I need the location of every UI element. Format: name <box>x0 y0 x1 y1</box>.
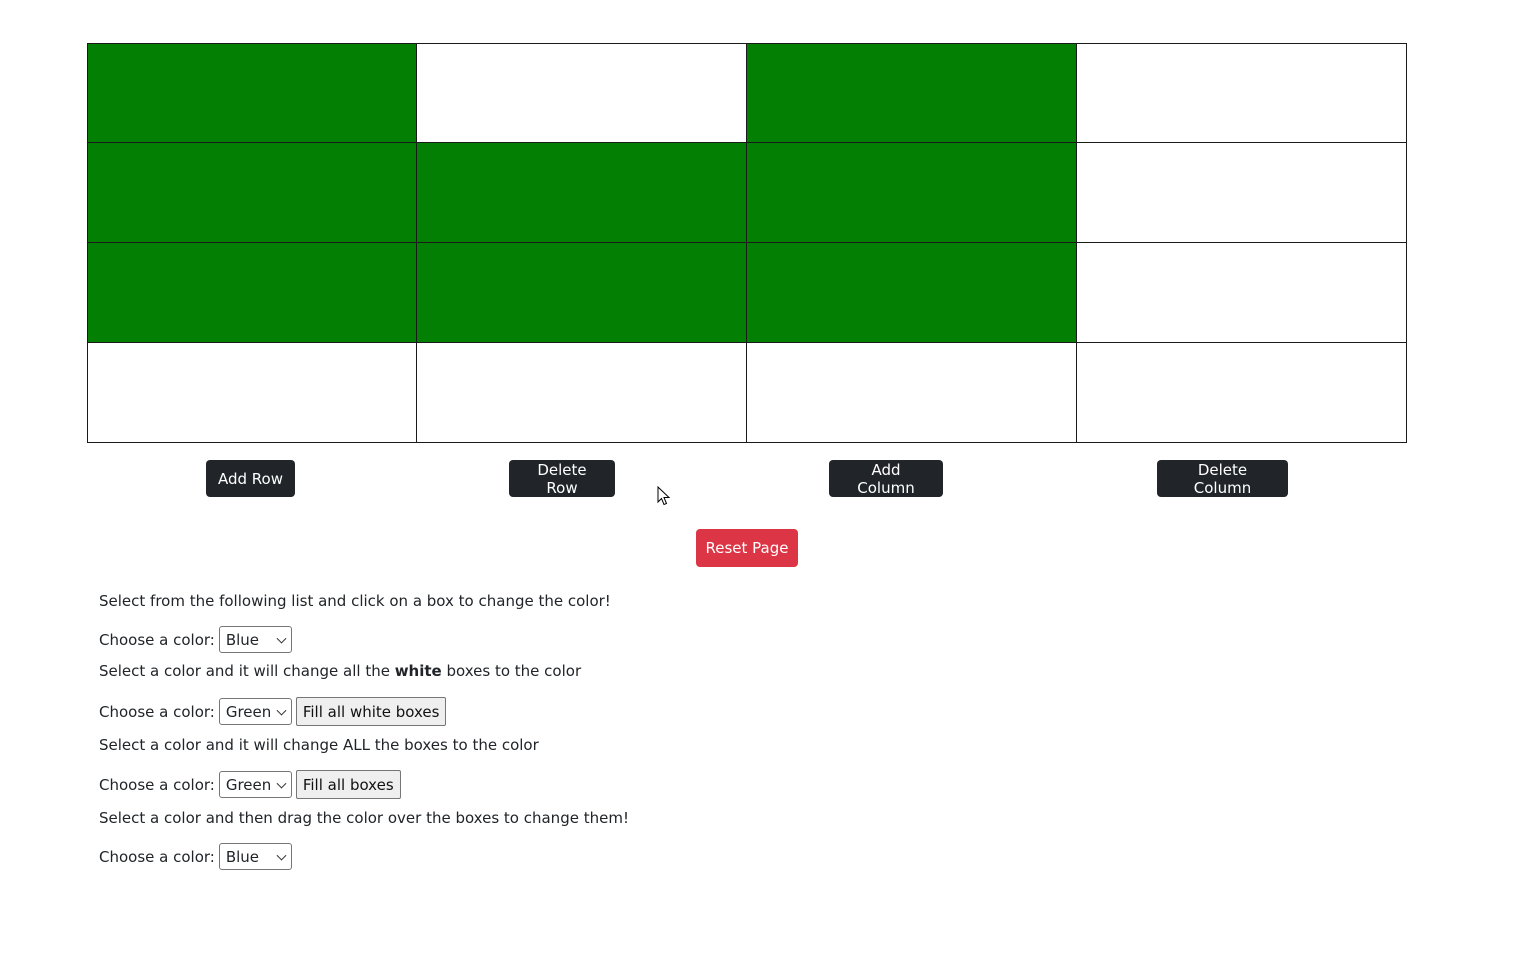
choose-color-label: Choose a color: <box>99 702 215 721</box>
all-instruction: Select a color and it will change ALL th… <box>99 736 539 754</box>
grid-cell[interactable] <box>87 242 417 343</box>
grid-cell[interactable] <box>416 342 747 443</box>
grid-cell[interactable] <box>416 242 747 343</box>
chevron-down-icon <box>276 705 287 716</box>
white-color-select[interactable]: Green <box>218 698 292 725</box>
drag-instruction: Select a color and then drag the color o… <box>99 809 629 827</box>
grid-cell[interactable] <box>746 342 1077 443</box>
fill-all-boxes-button[interactable]: Fill all boxes <box>295 770 401 799</box>
click-color-select[interactable]: Blue <box>218 626 292 653</box>
all-color-value: Green <box>225 775 272 794</box>
white-instruction-bold: white <box>394 662 442 680</box>
grid-cell[interactable] <box>87 342 417 443</box>
chevron-down-icon <box>276 850 287 861</box>
white-fill-row: Choose a color: Green Fill all white box… <box>99 697 447 726</box>
click-instruction: Select from the following list and click… <box>99 592 611 610</box>
white-instruction-prefix: Select a color and it will change all th… <box>99 662 395 680</box>
delete-column-button[interactable]: Delete Column <box>1157 460 1288 497</box>
grid-cell[interactable] <box>1076 342 1407 443</box>
grid-cell[interactable] <box>1076 142 1407 243</box>
drag-color-row: Choose a color: Blue <box>99 843 292 870</box>
white-color-value: Green <box>225 702 272 721</box>
grid-cell[interactable] <box>87 142 417 243</box>
grid-cell[interactable] <box>746 142 1077 243</box>
drag-color-select[interactable]: Blue <box>218 843 292 870</box>
click-color-row: Choose a color: Blue <box>99 626 292 653</box>
mouse-pointer-icon <box>657 486 671 506</box>
add-row-button[interactable]: Add Row <box>206 460 295 497</box>
choose-color-label: Choose a color: <box>99 847 215 866</box>
grid-cell[interactable] <box>1076 242 1407 343</box>
grid-cell[interactable] <box>416 43 747 143</box>
grid-cell[interactable] <box>416 142 747 243</box>
white-instruction-suffix: boxes to the color <box>441 662 582 680</box>
delete-row-button[interactable]: Delete Row <box>509 460 615 497</box>
click-color-value: Blue <box>225 630 260 649</box>
drag-color-value: Blue <box>225 847 260 866</box>
all-fill-row: Choose a color: Green Fill all boxes <box>99 770 401 799</box>
choose-color-label: Choose a color: <box>99 775 215 794</box>
fill-white-boxes-button[interactable]: Fill all white boxes <box>295 697 447 726</box>
white-instruction: Select a color and it will change all th… <box>99 661 581 681</box>
grid-cell[interactable] <box>746 242 1077 343</box>
grid-cell[interactable] <box>87 43 417 143</box>
chevron-down-icon <box>276 633 287 644</box>
color-grid <box>87 43 1407 443</box>
chevron-down-icon <box>276 778 287 789</box>
reset-page-button[interactable]: Reset Page <box>696 529 798 567</box>
grid-cell[interactable] <box>1076 43 1407 143</box>
grid-cell[interactable] <box>746 43 1077 143</box>
choose-color-label: Choose a color: <box>99 630 215 649</box>
add-column-button[interactable]: Add Column <box>829 460 943 497</box>
all-color-select[interactable]: Green <box>218 771 292 798</box>
